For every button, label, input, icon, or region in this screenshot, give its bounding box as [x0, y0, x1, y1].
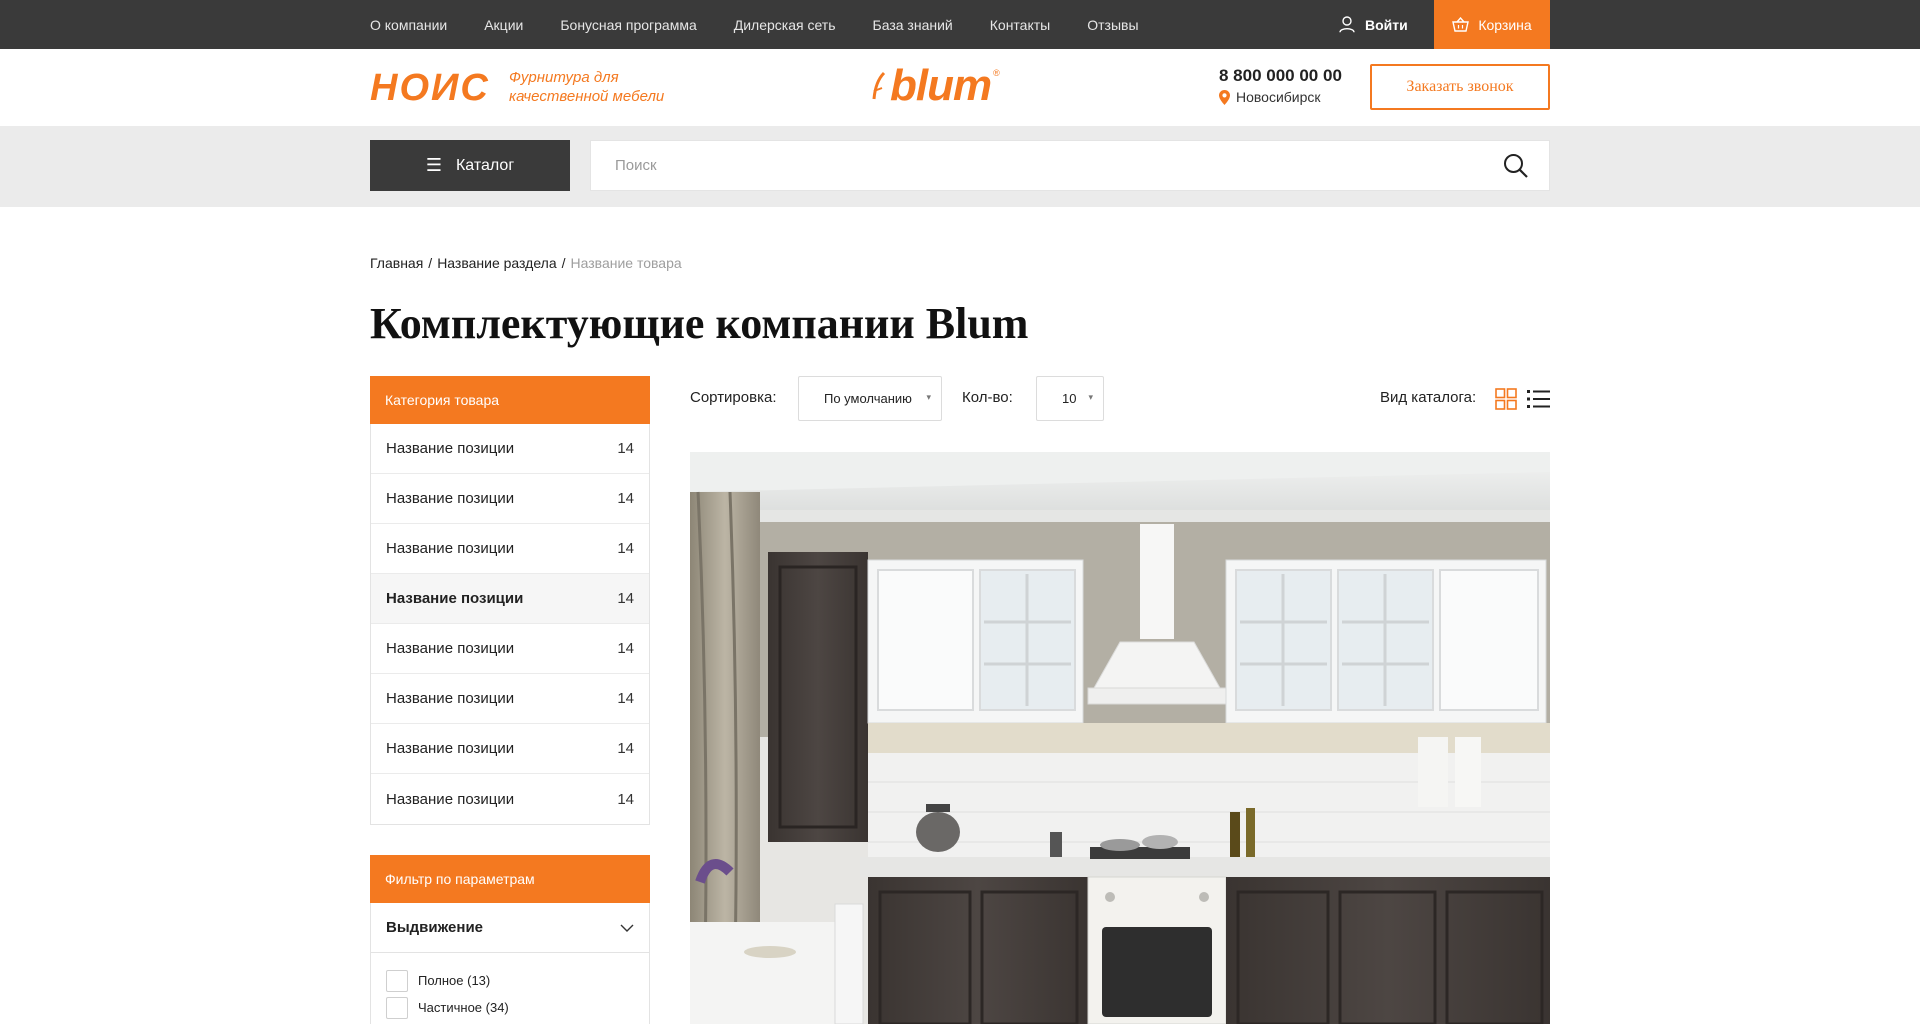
category-item[interactable]: Название позиции 14	[371, 524, 649, 574]
search-icon[interactable]	[1503, 153, 1529, 179]
count-label: Кол-во:	[962, 389, 1013, 406]
category-count: 14	[617, 640, 634, 657]
nav-link-knowledge-base[interactable]: База знаний	[873, 17, 953, 33]
search-bar	[590, 140, 1550, 191]
sort-value: По умолчанию	[824, 391, 912, 406]
blum-wordmark: blum	[890, 61, 992, 110]
category-count: 14	[617, 490, 634, 507]
filter-group-toggle[interactable]: Выдвижение	[370, 903, 650, 953]
category-count: 14	[617, 590, 634, 607]
category-list: Название позиции 14 Название позиции 14 На…	[370, 424, 650, 825]
nav-link-reviews[interactable]: Отзывы	[1087, 17, 1138, 33]
catalog-hero-image	[690, 452, 1550, 1024]
nav-link-contacts[interactable]: Контакты	[990, 17, 1050, 33]
cart-label: Корзина	[1478, 16, 1532, 33]
top-navigation: О компании Акции Бонусная программа Диле…	[370, 0, 1176, 49]
filter-header: Фильтр по параметрам	[370, 855, 650, 903]
grid-view-icon[interactable]	[1495, 388, 1517, 410]
basket-icon	[1452, 17, 1470, 32]
filter-option[interactable]: Полное (13)	[386, 967, 634, 994]
filter-option-label: Полное (13)	[418, 973, 491, 988]
chevron-down-icon: ▾	[1088, 392, 1093, 402]
category-count: 14	[617, 790, 634, 808]
company-tagline: Фурнитура для качественной мебели	[509, 69, 665, 105]
nav-link-about[interactable]: О компании	[370, 17, 447, 33]
request-callback-button[interactable]: Заказать звонок	[1370, 64, 1550, 110]
filter-option[interactable]: Частичное (34)	[386, 994, 634, 1021]
filter-option-label: Частичное (34)	[418, 1000, 509, 1015]
user-icon	[1339, 16, 1355, 33]
nav-link-dealer-network[interactable]: Дилерская сеть	[734, 17, 836, 33]
category-label: Название позиции	[386, 490, 515, 507]
view-label: Вид каталога:	[1380, 389, 1477, 406]
filter-options: Полное (13) Частичное (34)	[370, 953, 650, 1024]
category-item[interactable]: Название позиции 14	[371, 424, 649, 474]
category-item[interactable]: Название позиции 14	[371, 724, 649, 774]
category-count: 14	[617, 740, 634, 757]
category-label: Название позиции	[386, 440, 515, 457]
sort-select[interactable]: По умолчанию ▾	[798, 376, 942, 421]
checkbox[interactable]	[386, 969, 408, 992]
breadcrumb-separator: /	[561, 255, 566, 271]
breadcrumb-home[interactable]: Главная	[370, 255, 423, 271]
city-selector[interactable]: Новосибирск	[1219, 88, 1321, 106]
category-item-active[interactable]: Название позиции 14	[371, 574, 649, 624]
category-label: Название позиции	[386, 540, 515, 557]
map-pin-icon	[1219, 89, 1230, 105]
count-select[interactable]: 10 ▾	[1036, 376, 1104, 421]
blum-swoosh-icon	[872, 71, 886, 100]
filter-group-label: Выдвижение	[386, 919, 484, 936]
breadcrumb-separator: /	[428, 255, 433, 271]
category-count: 14	[617, 540, 634, 557]
chevron-down-icon	[620, 924, 634, 932]
list-view-icon[interactable]	[1527, 389, 1550, 409]
category-item[interactable]: Название позиции 14	[371, 774, 649, 824]
category-item[interactable]: Название позиции 14	[371, 624, 649, 674]
count-value: 10	[1062, 391, 1077, 406]
registered-mark: ®	[993, 68, 1000, 78]
checkbox[interactable]	[386, 996, 408, 1019]
category-count: 14	[617, 440, 634, 457]
breadcrumb-current: Название товара	[570, 255, 682, 271]
category-count: 14	[617, 690, 634, 707]
search-input[interactable]	[615, 141, 1475, 190]
category-label: Название позиции	[386, 590, 524, 607]
blum-logo: blum ®	[872, 61, 1000, 110]
login-label: Войти	[1365, 16, 1408, 33]
login-button[interactable]: Войти	[1339, 0, 1408, 49]
page-title: Комплектующие компании Blum	[370, 299, 1029, 348]
sort-label: Сортировка:	[690, 389, 777, 406]
category-label: Название позиции	[386, 690, 515, 707]
breadcrumb-section[interactable]: Название раздела	[437, 255, 556, 271]
category-item[interactable]: Название позиции 14	[371, 474, 649, 524]
category-item[interactable]: Название позиции 14	[371, 674, 649, 724]
category-label: Название позиции	[386, 740, 515, 757]
nav-link-promotions[interactable]: Акции	[484, 17, 523, 33]
burger-menu-icon: ☰	[425, 155, 442, 175]
phone-number[interactable]: 8 800 000 00 00	[1219, 66, 1342, 86]
nav-link-bonus-program[interactable]: Бонусная программа	[560, 17, 696, 33]
city-label: Новосибирск	[1236, 89, 1321, 105]
cart-button[interactable]: Корзина	[1434, 0, 1550, 49]
category-header: Категория товара	[370, 376, 650, 424]
catalog-label: Каталог	[455, 156, 515, 174]
category-label: Название позиции	[386, 640, 515, 657]
breadcrumb: Главная / Название раздела / Название то…	[370, 255, 682, 271]
company-logo[interactable]: НОИС	[370, 66, 490, 110]
category-label: Название позиции	[386, 790, 515, 808]
catalog-button[interactable]: ☰ Каталог	[370, 140, 570, 191]
chevron-down-icon: ▾	[926, 392, 931, 402]
